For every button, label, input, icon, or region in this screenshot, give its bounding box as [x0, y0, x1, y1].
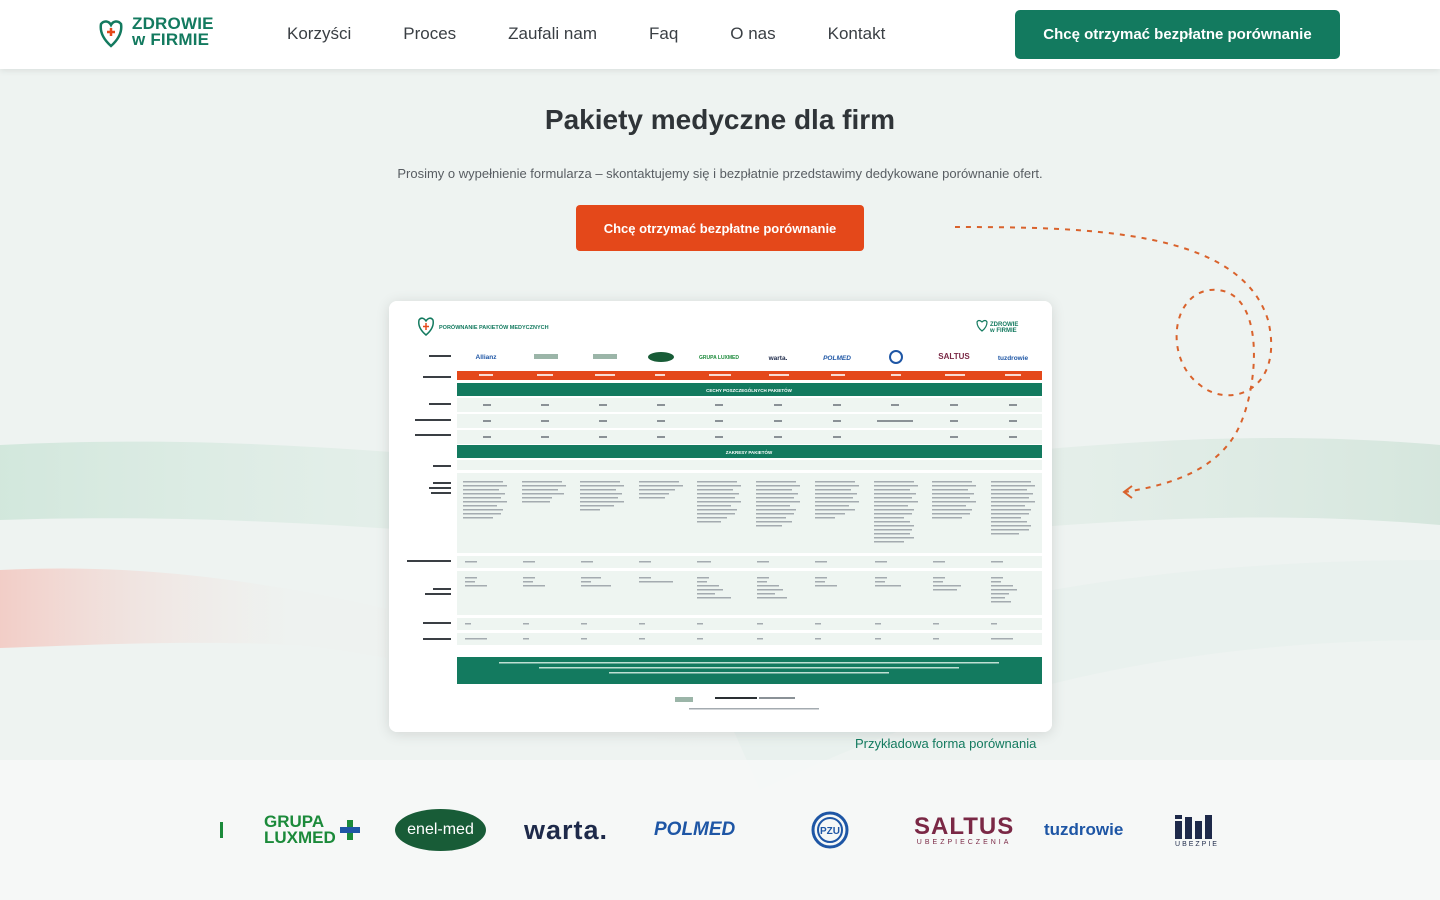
doc-insurer-luxmed: GRUPA LUXMED — [699, 355, 739, 361]
partner-logo-tuzdrowie: tuzdrowie — [1044, 820, 1124, 839]
doc-logo-line-2: w FIRMIE — [989, 328, 1017, 334]
nav-korzysci[interactable]: Korzyści — [287, 24, 351, 44]
header-cta-button[interactable]: Chcę otrzymać bezpłatne porównanie — [1015, 10, 1340, 59]
logo-line-2: w FIRMIE — [132, 30, 210, 49]
pzu-icon: PZU — [811, 811, 849, 849]
partner-logo-interrisk: UBEZPIE — [1173, 800, 1221, 860]
site-header: ZDROWIE w FIRMIE Korzyści Proces Zaufali… — [0, 0, 1440, 69]
heart-shield-icon — [99, 20, 123, 48]
nav-zaufali-nam[interactable]: Zaufali nam — [508, 24, 597, 44]
hero-cta-button[interactable]: Chcę otrzymać bezpłatne porównanie — [576, 205, 864, 251]
partner-logo-enelmed: enel-med — [395, 809, 486, 851]
interrisk-mark-icon — [1175, 814, 1212, 839]
comparison-preview-card: PORÓWNANIE PAKIETÓW MEDYCZNYCH ZDROWIE w… — [389, 301, 1052, 732]
interrisk-line-2: UBEZPIE — [1175, 840, 1219, 848]
nav-kontakt[interactable]: Kontakt — [828, 24, 886, 44]
partner-logos: GRUPA LUXMED enel-med warta. POLMED PZU … — [0, 800, 1440, 860]
nav-proces[interactable]: Proces — [403, 24, 456, 44]
luxmed-line-2: LUXMED — [264, 828, 336, 847]
pzu-label: PZU — [820, 826, 840, 837]
partner-logo-pzu: PZU — [811, 800, 849, 860]
hero-subtitle: Prosimy o wypełnienie formularza – skont… — [397, 166, 1043, 181]
brand-logo[interactable]: ZDROWIE w FIRMIE — [98, 15, 214, 49]
doc-insurer-saltus: SALTUS — [938, 352, 970, 361]
page-title: Pakiety medyczne dla firm — [544, 104, 896, 135]
saltus-line-1: SALTUS — [914, 812, 1015, 840]
doc-insurer-polmed: POLMED — [823, 355, 851, 362]
comparison-table-image: PORÓWNANIE PAKIETÓW MEDYCZNYCH ZDROWIE w… — [389, 301, 1052, 732]
partner-logo-warta: warta. — [524, 814, 609, 845]
partner-logo-partial — [220, 800, 226, 860]
doc-title: PORÓWNANIE PAKIETÓW MEDYCZNYCH — [439, 323, 549, 331]
partner-logo-luxmed: GRUPA LUXMED — [264, 800, 360, 860]
main-nav: Korzyści Proces Zaufali nam Faq O nas Ko… — [287, 24, 937, 44]
doc-section-1: CECHY POSZCZEGÓLNYCH PAKIETÓW — [706, 386, 793, 393]
doc-insurer-warta: warta. — [768, 355, 788, 362]
partner-logo-polmed: POLMED — [654, 819, 736, 840]
comparison-caption: Przykładowa forma porównania — [855, 736, 1037, 751]
saltus-line-2: UBEZPIECZENIA — [916, 838, 1012, 846]
doc-insurer-allianz: Allianz — [476, 354, 498, 361]
nav-o-nas[interactable]: O nas — [730, 24, 775, 44]
doc-section-2: ZAKRESY PAKIETÓW — [726, 448, 773, 455]
doc-insurer-tuzdrowie: tuzdrowie — [998, 355, 1029, 362]
luxmed-cross-icon — [339, 820, 360, 840]
nav-faq[interactable]: Faq — [649, 24, 678, 44]
partner-logo-saltus: SALTUS UBEZPIECZENIA — [914, 800, 1014, 860]
